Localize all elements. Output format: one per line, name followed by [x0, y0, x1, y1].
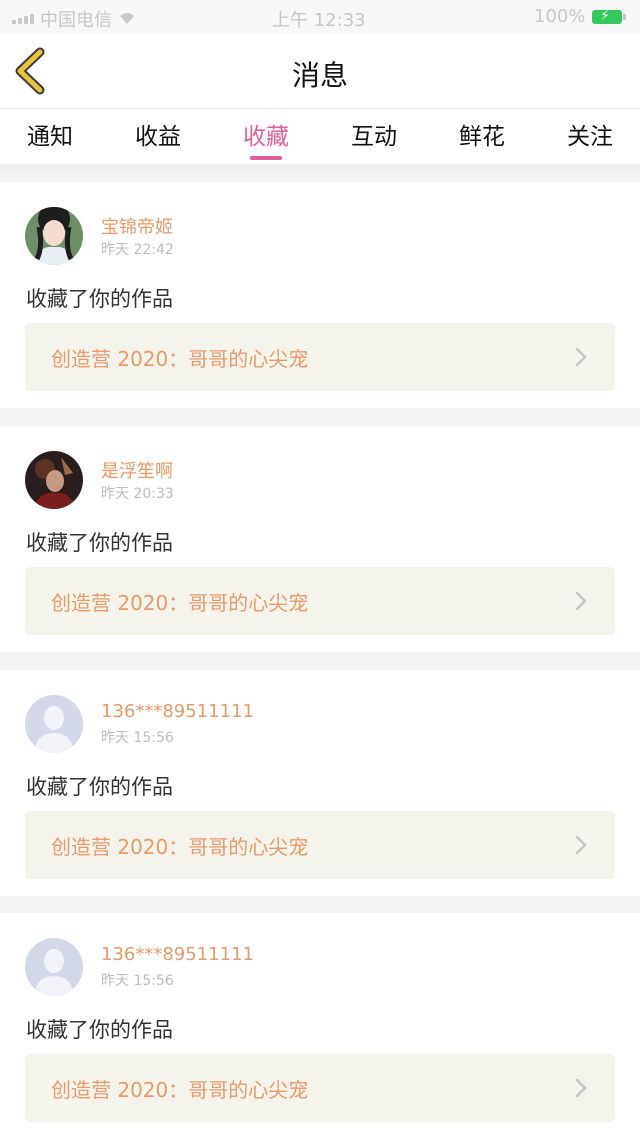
tab-flowers[interactable]: 鲜花: [428, 117, 536, 151]
avatar[interactable]: [25, 451, 83, 509]
status-time: 上午 12:33: [272, 10, 366, 31]
timestamp: 昨天 22:42: [101, 242, 174, 258]
carrier-name: 中国电信: [40, 10, 112, 31]
chevron-right-icon: [575, 591, 587, 611]
tab-label: 鲜花: [459, 124, 505, 150]
active-tab-indicator: [250, 156, 282, 160]
timestamp: 昨天 15:56: [101, 973, 174, 989]
notification-card: 136***89511111 昨天 15:56 收藏了你的作品 创造营 2020…: [0, 670, 640, 896]
work-title: 创造营 2020：哥哥的心尖宠: [51, 1078, 309, 1102]
tab-favorites[interactable]: 收藏: [212, 117, 320, 160]
notification-card: 是浮笙啊 昨天 20:33 收藏了你的作品 创造营 2020：哥哥的心尖宠: [0, 426, 640, 652]
timestamp: 昨天 15:56: [101, 730, 174, 746]
timestamp: 昨天 20:33: [101, 486, 174, 502]
tab-label: 收益: [135, 124, 181, 150]
default-avatar-icon[interactable]: [25, 938, 83, 996]
action-text: 收藏了你的作品: [26, 287, 173, 311]
signal-icon: [12, 14, 34, 24]
avatar[interactable]: [25, 207, 83, 265]
carrier-info: 中国电信: [12, 6, 136, 32]
battery-icon: ⚡: [592, 8, 626, 24]
notification-card: 136***89511111 昨天 15:56 收藏了你的作品 创造营 2020…: [0, 913, 640, 1139]
navigation-bar: 消息: [0, 34, 640, 109]
message-tabs: 通知 收益 收藏 互动 鲜花 关注: [0, 109, 640, 174]
username[interactable]: 是浮笙啊: [101, 457, 173, 483]
tab-label: 互动: [351, 124, 397, 150]
notification-card: 宝锦帝姬 昨天 22:42 收藏了你的作品 创造营 2020：哥哥的心尖宠: [0, 182, 640, 408]
work-title: 创造营 2020：哥哥的心尖宠: [51, 835, 309, 859]
username[interactable]: 136***89511111: [101, 944, 254, 965]
work-link[interactable]: 创造营 2020：哥哥的心尖宠: [25, 1054, 615, 1122]
tab-interactions[interactable]: 互动: [320, 117, 428, 151]
tab-label: 收藏: [243, 124, 289, 150]
chevron-right-icon: [575, 835, 587, 855]
battery-percent: 100%: [534, 6, 586, 27]
wifi-icon: [118, 9, 136, 30]
tab-label: 通知: [27, 124, 73, 150]
tab-notifications[interactable]: 通知: [0, 117, 104, 151]
status-bar: 中国电信 上午 12:33 100% ⚡: [0, 0, 640, 34]
work-title: 创造营 2020：哥哥的心尖宠: [51, 347, 309, 371]
tab-follows[interactable]: 关注: [536, 117, 640, 151]
tab-earnings[interactable]: 收益: [104, 117, 212, 151]
work-link[interactable]: 创造营 2020：哥哥的心尖宠: [25, 323, 615, 391]
default-avatar-icon[interactable]: [25, 695, 83, 753]
work-title: 创造营 2020：哥哥的心尖宠: [51, 591, 309, 615]
action-text: 收藏了你的作品: [26, 1018, 173, 1042]
username[interactable]: 136***89511111: [101, 701, 254, 722]
tab-label: 关注: [567, 124, 613, 150]
action-text: 收藏了你的作品: [26, 531, 173, 555]
username[interactable]: 宝锦帝姬: [101, 213, 173, 239]
action-text: 收藏了你的作品: [26, 775, 173, 799]
work-link[interactable]: 创造营 2020：哥哥的心尖宠: [25, 567, 615, 635]
page-title: 消息: [291, 59, 348, 92]
chevron-right-icon: [575, 347, 587, 367]
chevron-right-icon: [575, 1078, 587, 1098]
work-link[interactable]: 创造营 2020：哥哥的心尖宠: [25, 811, 615, 879]
